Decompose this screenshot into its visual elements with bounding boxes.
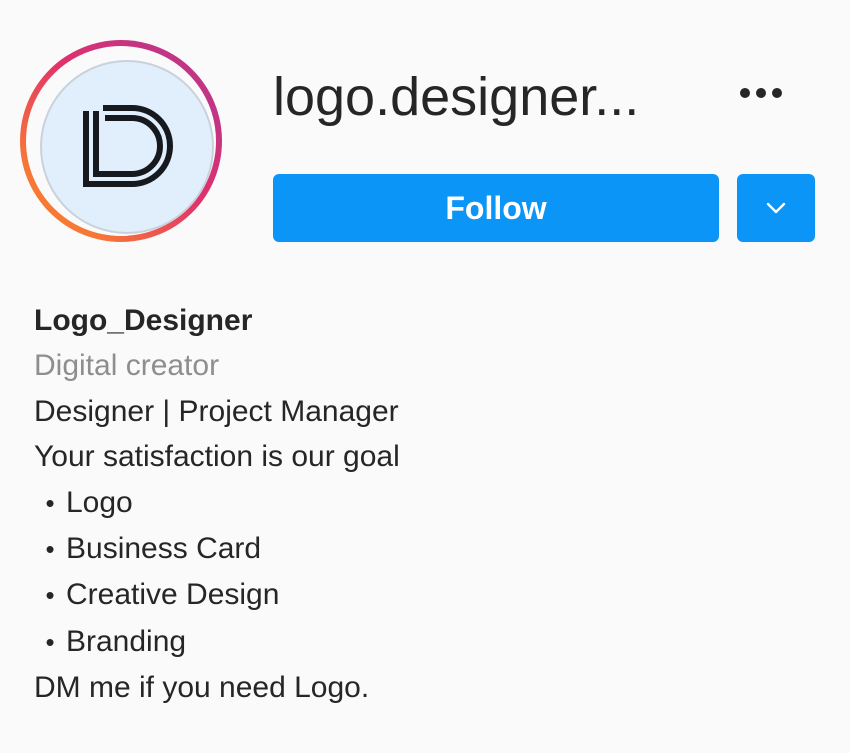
more-horizontal-icon — [772, 88, 782, 98]
suggested-accounts-dropdown-button[interactable] — [737, 174, 815, 242]
category-label: Digital creator — [34, 349, 220, 383]
bio-bullet-text: Branding — [66, 624, 187, 658]
bio-line: Designer | Project Manager — [34, 394, 399, 428]
profile-bio: Logo_Designer Digital creator Designer |… — [34, 298, 400, 711]
more-horizontal-icon — [740, 88, 750, 98]
bullet-icon: • — [45, 487, 55, 518]
follow-button[interactable]: Follow — [273, 174, 719, 242]
username: logo.designer... — [273, 67, 640, 127]
bio-bullet-text: Logo — [66, 485, 133, 519]
bio-bullet-item: • Logo — [34, 480, 400, 526]
chevron-down-icon — [766, 202, 786, 214]
bio-bullet-item: • Creative Design — [34, 572, 400, 618]
story-ring[interactable] — [20, 40, 222, 242]
full-name: Logo_Designer — [34, 304, 253, 337]
bullet-icon: • — [45, 534, 55, 565]
bio-bullet-text: Creative Design — [66, 578, 280, 612]
bio-bullet-item: • Branding — [34, 619, 400, 665]
bio-line: Your satisfaction is our goal — [34, 440, 400, 474]
bio-line: DM me if you need Logo. — [34, 671, 370, 705]
bullet-icon: • — [45, 626, 55, 657]
bullet-icon: • — [45, 580, 55, 611]
story-ring-gap — [26, 46, 216, 236]
avatar[interactable] — [40, 60, 214, 234]
bio-bullet-item: • Business Card — [34, 526, 400, 572]
profile-header: logo.designer... Follow Logo_Designer Di… — [0, 0, 850, 753]
ld-monogram-logo — [83, 105, 173, 188]
more-options-button[interactable] — [734, 76, 788, 110]
bio-bullet-text: Business Card — [66, 532, 262, 566]
more-horizontal-icon — [756, 88, 766, 98]
